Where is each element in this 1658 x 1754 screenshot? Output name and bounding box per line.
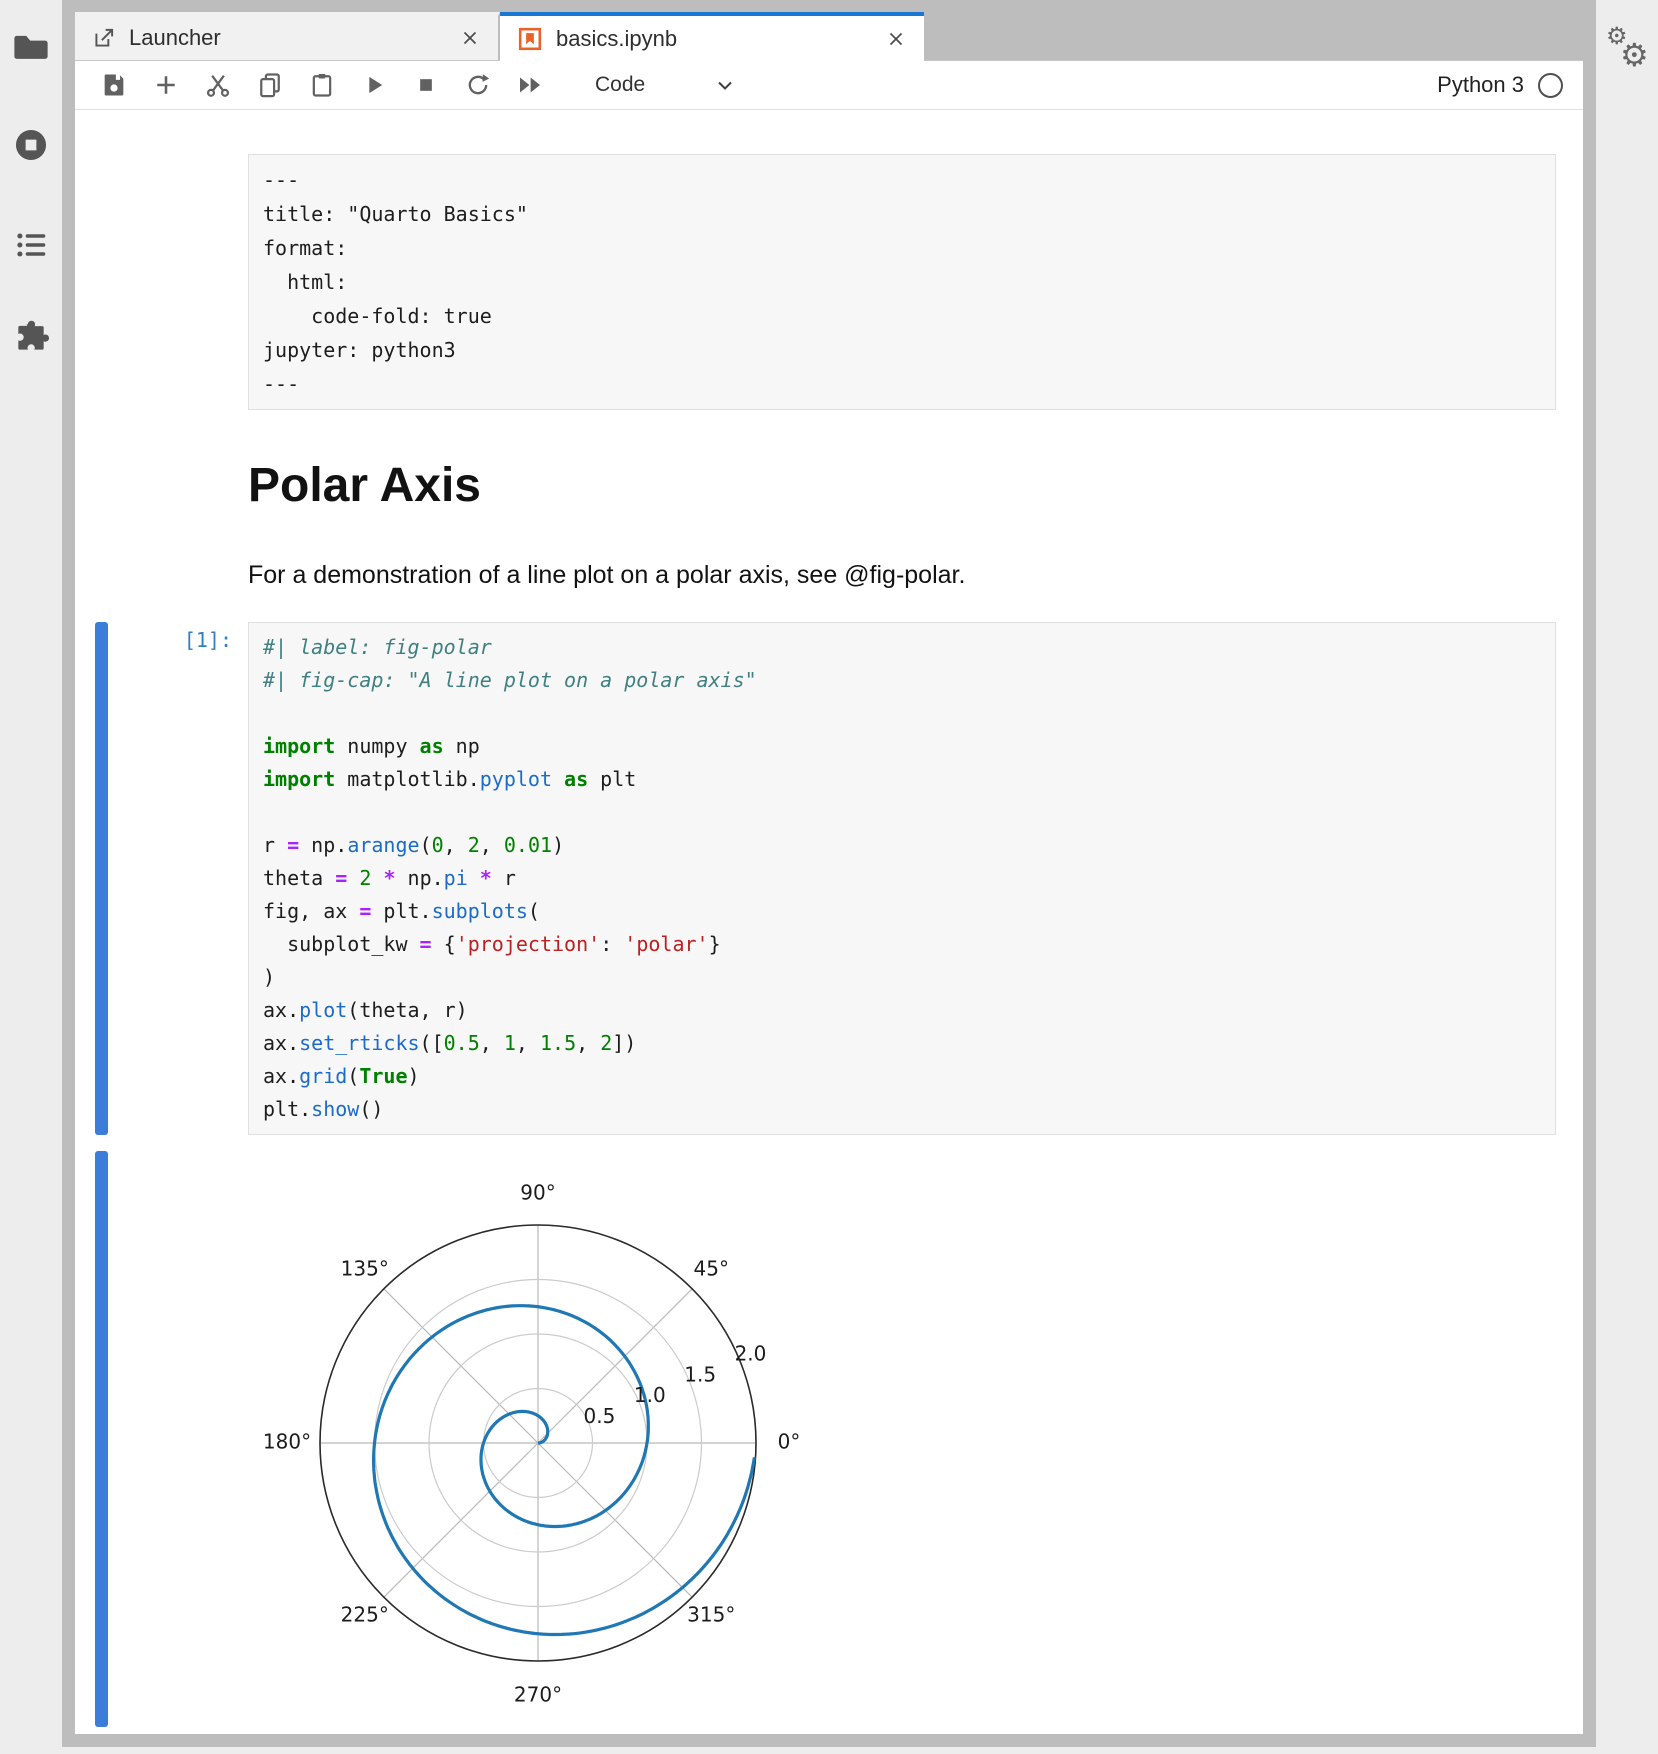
insert-cell-button[interactable]	[151, 70, 181, 100]
tab-launcher-label: Launcher	[129, 25, 458, 51]
svg-text:225°: 225°	[341, 1603, 389, 1627]
cell-collapser[interactable]	[95, 154, 108, 410]
execution-count: [1]:	[108, 622, 248, 1135]
svg-text:90°: 90°	[520, 1181, 555, 1205]
cell-prompt	[108, 410, 248, 592]
page-title: Polar Axis	[248, 458, 1556, 514]
output-prompt	[108, 1151, 248, 1727]
close-icon[interactable]	[458, 26, 482, 50]
close-icon[interactable]	[884, 27, 908, 51]
notebook-toolbar: Code Python 3	[75, 61, 1583, 110]
polar-plot-output: 0° 45° 90° 135° 180° 225° 270° 315° 0.5 1.0 1.5 2.0	[248, 1155, 848, 1727]
running-kernels-icon[interactable]	[12, 126, 50, 164]
cell-type-dropdown[interactable]: Code	[595, 73, 737, 97]
svg-text:0.5: 0.5	[584, 1404, 616, 1428]
svg-text:1.0: 1.0	[634, 1383, 666, 1407]
svg-text:45°: 45°	[694, 1256, 729, 1280]
interrupt-kernel-button[interactable]	[411, 70, 441, 100]
raw-cell: ---title: "Quarto Basics"format: html: c…	[95, 154, 1583, 410]
restart-run-all-button[interactable]	[515, 70, 545, 100]
right-rail: ⚙ ⚙	[1596, 0, 1658, 1754]
raw-cell-editor[interactable]: ---title: "Quarto Basics"format: html: c…	[248, 154, 1556, 410]
cell-type-label: Code	[595, 73, 645, 97]
code-cell-editor[interactable]: #| label: fig-polar#| fig-cap: "A line p…	[248, 622, 1556, 1135]
tab-launcher[interactable]: Launcher	[75, 12, 500, 60]
extension-manager-icon[interactable]	[12, 318, 50, 356]
chevron-down-icon	[713, 73, 737, 97]
external-link-icon	[91, 25, 117, 51]
table-of-contents-icon[interactable]	[12, 226, 50, 264]
svg-text:270°: 270°	[514, 1683, 562, 1707]
kernel-indicator: Python 3	[1437, 72, 1563, 98]
restart-kernel-button[interactable]	[463, 70, 493, 100]
dock-tab-bar: Launcher basics.ipynb	[75, 12, 1583, 61]
notebook-panel: Launcher basics.ipynb	[75, 12, 1583, 1734]
svg-text:2.0: 2.0	[735, 1341, 767, 1365]
cell-collapser[interactable]	[95, 622, 108, 1135]
activity-bar	[0, 0, 62, 1754]
notebook-content: ---title: "Quarto Basics"format: html: c…	[75, 110, 1583, 1734]
save-button[interactable]	[99, 70, 129, 100]
svg-text:180°: 180°	[263, 1430, 311, 1454]
kernel-name: Python 3	[1437, 72, 1524, 98]
cell-prompt	[108, 154, 248, 410]
code-cell: [1]: #| label: fig-polar#| fig-cap: "A l…	[95, 622, 1583, 1135]
svg-text:315°: 315°	[687, 1603, 735, 1627]
svg-text:135°: 135°	[341, 1256, 389, 1280]
markdown-cell: Polar Axis For a demonstration of a line…	[95, 410, 1583, 592]
cell-collapser[interactable]	[95, 410, 108, 592]
markdown-paragraph: For a demonstration of a line plot on a …	[248, 558, 1556, 592]
copy-cells-button[interactable]	[255, 70, 285, 100]
window-frame: Launcher basics.ipynb	[62, 0, 1596, 1747]
tab-basics-ipynb[interactable]: basics.ipynb	[500, 12, 924, 61]
output-cell: 0° 45° 90° 135° 180° 225° 270° 315° 0.5 1.0 1.5 2.0	[95, 1151, 1583, 1727]
file-browser-icon[interactable]	[12, 28, 50, 66]
paste-cells-button[interactable]	[307, 70, 337, 100]
tab-basics-label: basics.ipynb	[556, 26, 884, 52]
kernel-status-icon[interactable]	[1538, 73, 1563, 98]
cell-collapser[interactable]	[95, 1151, 108, 1727]
run-cell-button[interactable]	[359, 70, 389, 100]
settings-gears-icon[interactable]: ⚙ ⚙	[1604, 22, 1650, 72]
svg-text:0°: 0°	[778, 1430, 801, 1454]
notebook-icon	[516, 25, 544, 53]
cut-cells-button[interactable]	[203, 70, 233, 100]
svg-text:1.5: 1.5	[684, 1362, 716, 1386]
